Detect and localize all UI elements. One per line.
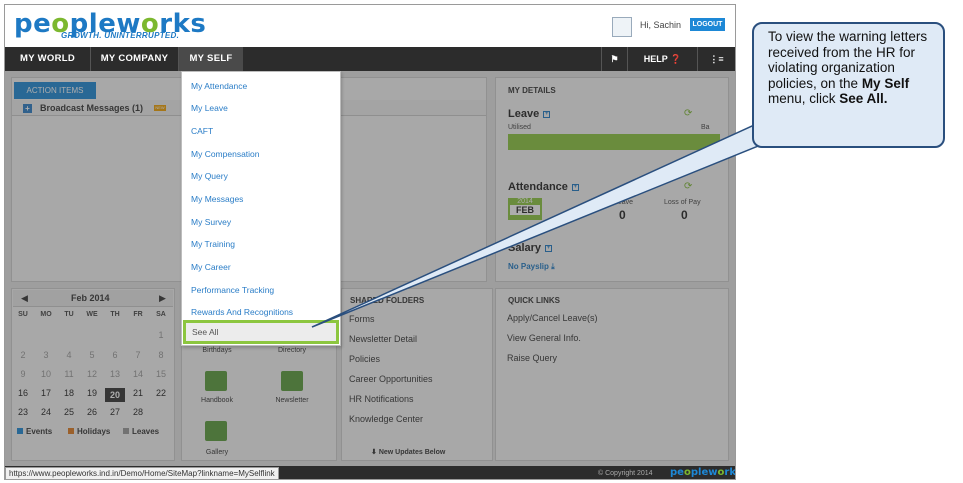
menu-item-my-query[interactable]: My Query bbox=[182, 165, 340, 187]
browser-frame: peopleworks GROWTH. UNINTERRUPTED. Hi, S… bbox=[4, 4, 736, 480]
menu-item-my-career[interactable]: My Career bbox=[182, 256, 340, 278]
main-nav: MY WORLD MY COMPANY MY SELF ⚑ HELP ❓ ⋮≡ bbox=[5, 47, 735, 71]
menu-item-my-training[interactable]: My Training bbox=[182, 233, 340, 255]
tab-my-self[interactable]: MY SELF bbox=[179, 47, 243, 71]
menu-item-my-survey[interactable]: My Survey bbox=[182, 211, 340, 233]
help-button[interactable]: HELP ❓ bbox=[627, 47, 697, 71]
footer-logo: peopleworks bbox=[670, 467, 736, 478]
menu-item-my-messages[interactable]: My Messages bbox=[182, 188, 340, 210]
callout-text-2: menu, click bbox=[768, 91, 840, 107]
menu-item-see-all[interactable]: See All bbox=[183, 320, 339, 344]
instruction-callout: To view the warning letters received fro… bbox=[752, 22, 945, 148]
app-header: peopleworks GROWTH. UNINTERRUPTED. Hi, S… bbox=[5, 5, 735, 47]
copyright-text: © Copyright 2014 bbox=[598, 470, 653, 477]
menu-item-performance-tracking[interactable]: Performance Tracking bbox=[182, 279, 340, 301]
logo-tagline: GROWTH. UNINTERRUPTED. bbox=[61, 31, 180, 40]
menu-item-my-compensation[interactable]: My Compensation bbox=[182, 143, 340, 165]
modal-dim-overlay bbox=[5, 71, 735, 467]
menu-item-caft[interactable]: CAFT bbox=[182, 120, 340, 142]
logout-button[interactable]: LOGOUT bbox=[690, 18, 725, 31]
status-bar-url: https://www.peopleworks.ind.in/Demo/Home… bbox=[5, 467, 279, 479]
avatar[interactable] bbox=[612, 17, 632, 37]
help-icon: ❓ bbox=[670, 54, 682, 64]
greeting: Hi, Sachin bbox=[640, 20, 682, 30]
my-self-dropdown-menu: My Attendance My Leave CAFT My Compensat… bbox=[181, 71, 341, 346]
menu-item-my-attendance[interactable]: My Attendance bbox=[182, 75, 340, 97]
tab-my-company[interactable]: MY COMPANY bbox=[91, 47, 179, 71]
sitemap-icon[interactable]: ⋮≡ bbox=[697, 47, 735, 71]
callout-bold-2: See All. bbox=[839, 91, 888, 107]
callout-bold-1: My Self bbox=[861, 75, 910, 91]
flag-icon[interactable]: ⚑ bbox=[601, 47, 627, 71]
menu-item-my-leave[interactable]: My Leave bbox=[182, 97, 340, 119]
tab-my-world[interactable]: MY WORLD bbox=[5, 47, 91, 71]
